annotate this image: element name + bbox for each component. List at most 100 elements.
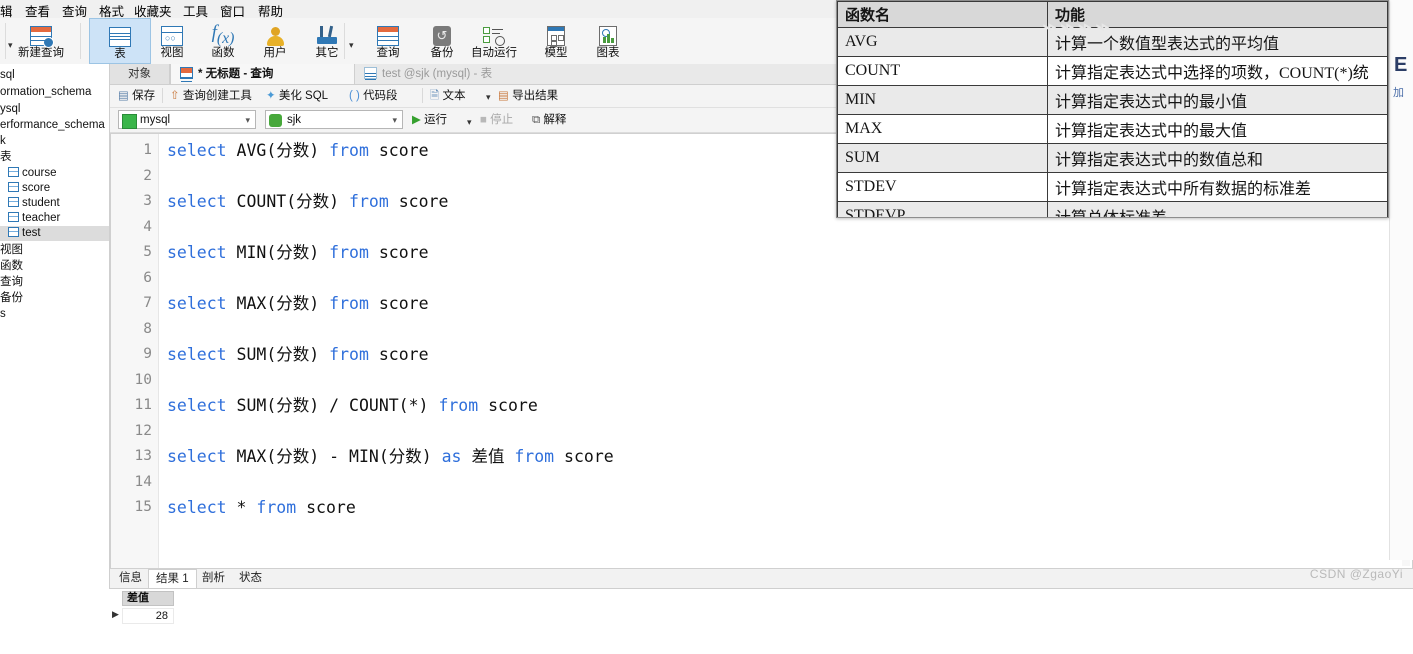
- beautify-sql-button[interactable]: ✦ 美化 SQL: [266, 87, 328, 105]
- sql-keyword: select: [167, 294, 237, 313]
- aggregate-function-reference-table: ⌁⌁⌁⌁ 函数名 功能 AVG 计算一个数值型表达式的平均值 COUNT 计算指定表达…: [836, 0, 1389, 218]
- tree-item-1[interactable]: ormation_schema: [0, 85, 91, 100]
- result-tab-0[interactable]: 信息: [112, 569, 149, 588]
- export-result-button[interactable]: ▤ 导出结果: [498, 87, 558, 105]
- tree-item-2[interactable]: ysql: [0, 102, 20, 117]
- database-icon: [269, 114, 282, 127]
- tree-item-6[interactable]: course: [8, 166, 57, 181]
- code-line[interactable]: select COUNT(分数) from score: [167, 193, 448, 211]
- text-view-button[interactable]: 🗎 文本: [430, 87, 465, 105]
- sql-text: *: [236, 498, 257, 517]
- result-grid[interactable]: 差值 ▶ 28: [110, 588, 1413, 654]
- reference-table-row: MIN 计算指定表达式中的最小值: [837, 85, 1388, 115]
- chevron-down-icon-text[interactable]: ▾: [486, 92, 491, 103]
- tree-item-13[interactable]: 查询: [0, 275, 23, 290]
- sql-text: SUM(分数): [236, 345, 330, 364]
- other-tools-icon: [296, 19, 358, 47]
- sql-text: score: [488, 396, 538, 415]
- tree-item-15[interactable]: s: [0, 307, 6, 322]
- explain-button[interactable]: ⧉ 解释: [532, 111, 566, 129]
- sql-text: score: [398, 192, 449, 211]
- database-navigator-tree[interactable]: sql ormation_schemaysql erformance_schema k…: [0, 64, 110, 589]
- line-number: 10: [134, 371, 152, 388]
- tree-item-12[interactable]: 函数: [0, 259, 23, 274]
- tab-test-table[interactable]: test @sjk (mysql) - 表: [355, 64, 585, 84]
- result-tab-1[interactable]: 结果 1: [148, 569, 197, 588]
- run-button[interactable]: ▶ 运行: [412, 111, 447, 129]
- toolbar-divider: [422, 88, 423, 103]
- new-query-icon: [10, 19, 72, 48]
- play-icon: ▶: [412, 114, 421, 126]
- sql-keyword: from: [329, 243, 379, 262]
- tree-item-9[interactable]: teacher: [8, 211, 60, 226]
- tree-item-3[interactable]: erformance_schema: [0, 118, 105, 133]
- ribbon-divider: [80, 23, 81, 59]
- current-row-marker: ▶: [112, 609, 119, 619]
- reference-table-row: COUNT 计算指定表达式中选择的项数，COUNT(*)统: [837, 56, 1388, 86]
- code-line[interactable]: select MAX(分数) - MIN(分数) as 差值 from scor…: [167, 448, 614, 466]
- run-label: 运行: [424, 114, 448, 126]
- ribbon-divider: [5, 23, 6, 59]
- reference-function-desc: 计算指定表达式中选择的项数，COUNT(*)统: [1047, 56, 1388, 86]
- background-text-fragment: 加: [1393, 87, 1404, 99]
- line-number: 14: [134, 473, 152, 490]
- query-icon: [357, 19, 419, 47]
- chevron-down-icon-connection[interactable]: ▾: [245, 115, 250, 126]
- sql-keyword: from: [514, 447, 565, 466]
- line-number: 5: [143, 244, 152, 260]
- reference-function-name: MIN: [837, 85, 1048, 115]
- tree-item-8[interactable]: student: [8, 196, 60, 211]
- tree-item-0[interactable]: sql: [0, 68, 15, 83]
- tree-item-10[interactable]: test: [0, 226, 109, 241]
- connection-value: mysql: [140, 114, 171, 126]
- results-panel: 信息 结果 1 剖析 状态 差值 ▶ 28: [110, 569, 1413, 654]
- query-tab-icon: [180, 67, 193, 79]
- beautify-icon: ✦: [266, 90, 276, 102]
- snippet-label: 代码段: [363, 90, 398, 102]
- tree-item-label: course: [22, 167, 57, 179]
- result-tab-3[interactable]: 状态: [232, 569, 269, 588]
- save-button[interactable]: ▤ 保存: [118, 87, 155, 105]
- watermark: CSDN @ZgaoYi: [1309, 567, 1403, 581]
- ribbon-button-query[interactable]: 查询: [357, 18, 419, 64]
- code-line[interactable]: select SUM(分数) / COUNT(*) from score: [167, 397, 538, 415]
- ribbon-button-chart[interactable]: 图表: [577, 18, 639, 64]
- tree-item-5[interactable]: 表: [0, 150, 12, 165]
- code-line[interactable]: select SUM(分数) from score: [167, 346, 429, 364]
- ribbon-button-automation[interactable]: 自动运行: [463, 18, 525, 64]
- code-line[interactable]: select MAX(分数) from score: [167, 295, 429, 313]
- snippet-button[interactable]: ( ) 代码段: [349, 87, 398, 105]
- tree-item-4[interactable]: k: [0, 134, 6, 149]
- code-line[interactable]: select * from score: [167, 499, 356, 517]
- chevron-down-icon-run[interactable]: ▾: [467, 117, 472, 128]
- sql-keyword: from: [256, 498, 307, 517]
- chevron-down-icon-database[interactable]: ▾: [392, 115, 397, 126]
- reference-function-name: STDEVP: [837, 201, 1048, 217]
- code-line[interactable]: select AVG(分数) from score: [167, 142, 429, 160]
- builder-icon: ⇧: [170, 90, 180, 102]
- sql-keyword: from: [329, 141, 379, 160]
- tree-item-7[interactable]: score: [8, 181, 50, 196]
- tree-item-14[interactable]: 备份: [0, 291, 23, 306]
- tab-untitled-query[interactable]: * 无标题 - 查询: [170, 64, 355, 84]
- database-select[interactable]: sjk ▾: [265, 110, 403, 129]
- tab-objects[interactable]: 对象: [110, 64, 170, 84]
- sql-keyword: from: [329, 345, 379, 364]
- ribbon-button-new-query[interactable]: 新建查询: [10, 18, 72, 64]
- explain-icon: ⧉: [532, 114, 541, 126]
- sql-text: 差值: [471, 447, 515, 466]
- code-line[interactable]: select MIN(分数) from score: [167, 244, 429, 262]
- line-number: 8: [143, 320, 152, 337]
- sql-keyword: select: [167, 192, 237, 211]
- reference-function-desc: 计算指定表达式中所有数据的标准差: [1047, 172, 1388, 202]
- result-tab-2[interactable]: 剖析: [195, 569, 232, 588]
- line-number-gutter: 1 2 3 4 5 6 7 8 9 10 11 12 13 14 15: [111, 134, 159, 568]
- connection-select[interactable]: mysql ▾: [118, 110, 256, 129]
- toolbar-divider: [162, 88, 163, 103]
- sql-text: MIN(分数): [236, 243, 330, 262]
- ribbon-button-other-tools[interactable]: 其它: [296, 18, 358, 64]
- stop-button[interactable]: ■ 停止: [480, 111, 513, 129]
- query-builder-button[interactable]: ⇧ 查询创建工具: [170, 87, 252, 105]
- tree-item-11[interactable]: 视图: [0, 243, 23, 258]
- sql-keyword: from: [349, 192, 399, 211]
